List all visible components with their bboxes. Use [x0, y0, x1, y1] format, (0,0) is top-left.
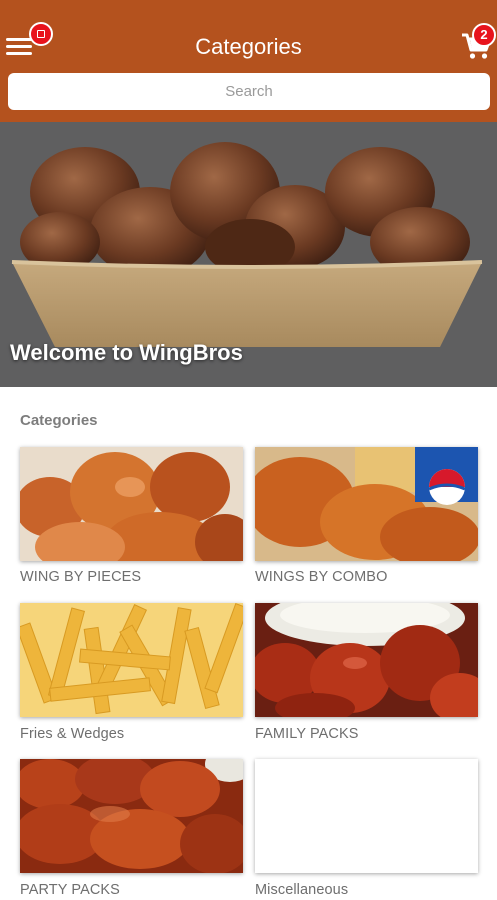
cart-count-badge: 2: [472, 23, 496, 47]
search-input[interactable]: [8, 73, 490, 110]
category-card-wing-by-pieces[interactable]: [20, 447, 243, 561]
category-card-family-packs[interactable]: [255, 603, 478, 717]
category-label[interactable]: WINGS BY COMBO: [255, 569, 387, 585]
combo-image: [255, 447, 478, 561]
glazed-wings-image: [255, 603, 478, 717]
category-label[interactable]: FAMILY PACKS: [255, 726, 359, 742]
category-label[interactable]: Miscellaneous: [255, 882, 348, 898]
section-heading: Categories: [20, 412, 98, 429]
hero-title: Welcome to WingBros: [10, 340, 243, 365]
app-bar: Categories 2: [0, 0, 497, 122]
category-label[interactable]: PARTY PACKS: [20, 882, 120, 898]
wings-image: [20, 447, 243, 561]
category-label[interactable]: WING BY PIECES: [20, 569, 141, 585]
party-wings-image: [20, 759, 243, 873]
category-card-miscellaneous[interactable]: [255, 759, 478, 873]
fries-image: [20, 603, 243, 717]
page-title: Categories: [195, 34, 302, 59]
category-card-party-packs[interactable]: [20, 759, 243, 873]
category-card-fries-and-wedges[interactable]: [20, 603, 243, 717]
category-card-wings-by-combo[interactable]: [255, 447, 478, 561]
category-label[interactable]: Fries & Wedges: [20, 726, 124, 742]
